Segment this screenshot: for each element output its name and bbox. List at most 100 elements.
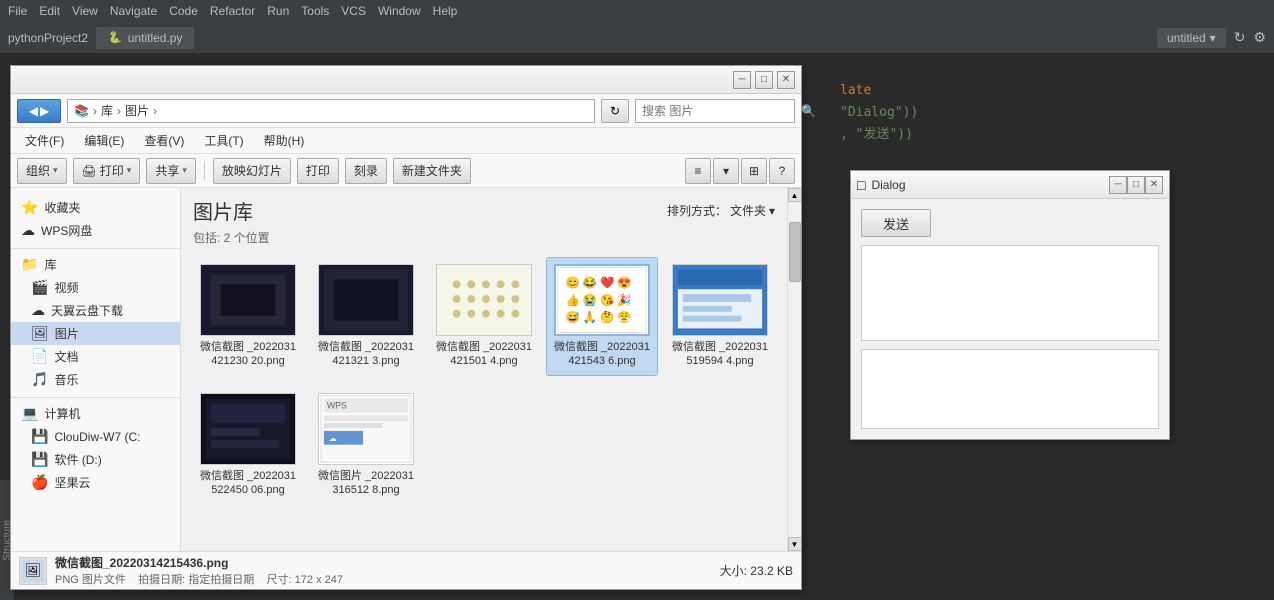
fe-status-dimensions-label: 尺寸:	[267, 574, 292, 586]
sidebar-item-favorites[interactable]: ⭐ 收藏夹	[11, 196, 180, 219]
ide-refresh-icon[interactable]: ↻	[1234, 29, 1246, 46]
ide-top-right: untitled ▾ ↻ ⚙	[1157, 28, 1266, 48]
sidebar-item-cloud[interactable]: ☁ 天翼云盘下载	[11, 299, 180, 322]
fe-scroll-down-btn[interactable]: ▼	[788, 537, 802, 551]
fe-back-btn[interactable]: ◀ ▶	[17, 99, 61, 123]
dialog-maximize-btn[interactable]: □	[1127, 176, 1145, 194]
ide-untitled-dropdown[interactable]: untitled ▾	[1157, 28, 1226, 48]
sidebar-item-drive-c[interactable]: 💾 ClouDiw-W7 (C:	[11, 425, 180, 448]
fe-titlebar: ─ □ ✕	[11, 66, 801, 94]
svg-text:😍: 😍	[617, 276, 631, 290]
sidebar-item-library[interactable]: 📁 库	[11, 253, 180, 276]
file-item-3[interactable]: 微信截图 _2022031421501 4.png	[429, 258, 539, 375]
sidebar-item-music-label: 音乐	[54, 371, 78, 388]
ide-menu-code[interactable]: Code	[169, 4, 198, 18]
fe-menu-tools[interactable]: 工具(T)	[196, 130, 251, 151]
fe-sort-btn[interactable]: 排列方式： 文件夹 ▾	[667, 202, 775, 219]
sidebar-item-music[interactable]: 🎵 音乐	[11, 368, 180, 391]
fe-share-btn[interactable]: 共享 ▾	[146, 158, 196, 184]
sidebar-item-jianguo[interactable]: 🍎 坚果云	[11, 471, 180, 494]
sidebar-item-pictures[interactable]: 🖼 图片	[11, 322, 180, 345]
fe-path-box[interactable]: 📚 › 库 › 图片 ›	[67, 99, 595, 123]
sidebar-item-wps[interactable]: ☁ WPS网盘	[11, 219, 180, 242]
fe-scroll-up-btn[interactable]: ▲	[788, 188, 802, 202]
file-thumb-7: WPS ☁	[318, 393, 414, 465]
fe-newfolder-label: 新建文件夹	[402, 162, 462, 179]
back-arrow-icon: ◀	[29, 104, 38, 118]
fe-size-value: 23.2 KB	[750, 564, 793, 578]
fe-sort-label: 排列方式：	[667, 202, 727, 219]
ide-menu-navigate[interactable]: Navigate	[110, 4, 157, 18]
fe-scroll-thumb[interactable]	[789, 222, 801, 282]
ide-menu-window[interactable]: Window	[378, 4, 421, 18]
file-item-1[interactable]: 微信截图 _2022031421230 20.png	[193, 258, 303, 375]
sidebar-item-computer[interactable]: 💻 计算机	[11, 402, 180, 425]
dialog-send-btn[interactable]: 发送	[861, 209, 931, 237]
fe-slideshow-btn[interactable]: 放映幻灯片	[213, 158, 291, 184]
fe-search-input[interactable]	[642, 104, 797, 118]
organize-arrow-icon: ▾	[53, 165, 58, 176]
fe-menu-help[interactable]: 帮助(H)	[256, 130, 313, 151]
path-library-icon: 📚	[74, 104, 89, 118]
ide-menu-edit[interactable]: Edit	[39, 4, 60, 18]
ide-menu-tools[interactable]: Tools	[301, 4, 329, 18]
fe-help-btn[interactable]: ?	[769, 158, 795, 184]
file-item-7[interactable]: WPS ☁ 微信图片 _2022031316512 8.png	[311, 387, 421, 504]
fe-maximize-btn[interactable]: □	[755, 71, 773, 89]
dialog-window: □ Dialog ─ □ ✕ 发送	[850, 170, 1170, 440]
forward-arrow-icon: ▶	[40, 104, 49, 118]
fe-size-label: 大小:	[720, 564, 747, 578]
dialog-close-btn[interactable]: ✕	[1145, 176, 1163, 194]
ide-menu-help[interactable]: Help	[433, 4, 458, 18]
fe-right-panel: 图片库 排列方式： 文件夹 ▾ 包括: 2 个位置	[181, 188, 801, 551]
fe-menu-edit[interactable]: 编辑(E)	[76, 130, 132, 151]
file-item-2[interactable]: 微信截图 _2022031421321 3.png	[311, 258, 421, 375]
ide-menu-run[interactable]: Run	[267, 4, 289, 18]
cloud2-icon: ☁	[31, 302, 45, 319]
fe-open-btn[interactable]: 🖨 打印 ▾	[73, 158, 141, 184]
fe-file-area: 图片库 排列方式： 文件夹 ▾ 包括: 2 个位置	[181, 188, 787, 551]
fe-newfolder-btn[interactable]: 新建文件夹	[393, 158, 471, 184]
ide-tab-untitled[interactable]: 🐍 untitled.py	[96, 27, 194, 49]
sidebar-item-cloud-label: 天翼云盘下载	[51, 302, 123, 319]
fe-close-btn[interactable]: ✕	[777, 71, 795, 89]
dialog-title-text: Dialog	[871, 178, 1109, 192]
fe-burn-btn[interactable]: 刻录	[345, 158, 387, 184]
fe-menu-file[interactable]: 文件(F)	[17, 130, 72, 151]
fe-search-box[interactable]: 🔍	[635, 99, 795, 123]
fe-view-btn-2[interactable]: ▾	[713, 158, 739, 184]
fe-toolbar: 组织 ▾ 🖨 打印 ▾ 共享 ▾ 放映幻灯片 打印 刻录 新建文件夹 ≡ ▾ ⊞	[11, 154, 801, 188]
fe-status-date-label: 拍摄日期:	[138, 574, 185, 586]
jianguo-icon: 🍎	[31, 474, 48, 491]
sidebar-item-library-label: 库	[44, 256, 56, 273]
ide-settings-icon[interactable]: ⚙	[1253, 29, 1266, 46]
ide-menu-view[interactable]: View	[72, 4, 98, 18]
fe-menu-view[interactable]: 查看(V)	[136, 130, 192, 151]
dialog-text-area-bottom[interactable]	[861, 349, 1159, 429]
file-item-4[interactable]: 😊 😂 ❤️ 😍 👍 😭 😘 🎉 😅 🙏 🤔	[547, 258, 657, 375]
sidebar-item-documents[interactable]: 📄 文档	[11, 345, 180, 368]
file-item-6[interactable]: 微信截图 _2022031522450 06.png	[193, 387, 303, 504]
sidebar-item-video[interactable]: 🎬 视频	[11, 276, 180, 299]
fe-status-filename: 微信截图_20220314215436.png	[55, 554, 712, 571]
fe-organize-label: 组织	[26, 162, 50, 179]
fe-burn-label: 刻录	[354, 162, 378, 179]
printer-icon: 🖨	[82, 164, 97, 178]
dialog-text-area-top[interactable]	[861, 245, 1159, 341]
ide-menu-file[interactable]: File	[8, 4, 27, 18]
fe-view-btn-1[interactable]: ≡	[685, 158, 711, 184]
fe-minimize-btn[interactable]: ─	[733, 71, 751, 89]
svg-text:☁: ☁	[329, 433, 337, 442]
ide-menu-refactor[interactable]: Refactor	[210, 4, 255, 18]
fe-organize-btn[interactable]: 组织 ▾	[17, 158, 67, 184]
file-name-4: 微信截图 _2022031421543 6.png	[553, 340, 651, 369]
fe-library-subtitle: 包括: 2 个位置	[189, 229, 779, 246]
ide-menu-vcs[interactable]: VCS	[341, 4, 366, 18]
dialog-minimize-btn[interactable]: ─	[1109, 176, 1127, 194]
fe-refresh-btn[interactable]: ↻	[601, 99, 629, 123]
fe-view-btn-layout[interactable]: ⊞	[741, 158, 767, 184]
fe-print-btn[interactable]: 打印	[297, 158, 339, 184]
sidebar-item-jianguo-label: 坚果云	[54, 474, 90, 491]
sidebar-item-drive-d[interactable]: 💾 软件 (D:)	[11, 448, 180, 471]
file-item-5[interactable]: 微信截图 _2022031519594 4.png	[665, 258, 775, 375]
